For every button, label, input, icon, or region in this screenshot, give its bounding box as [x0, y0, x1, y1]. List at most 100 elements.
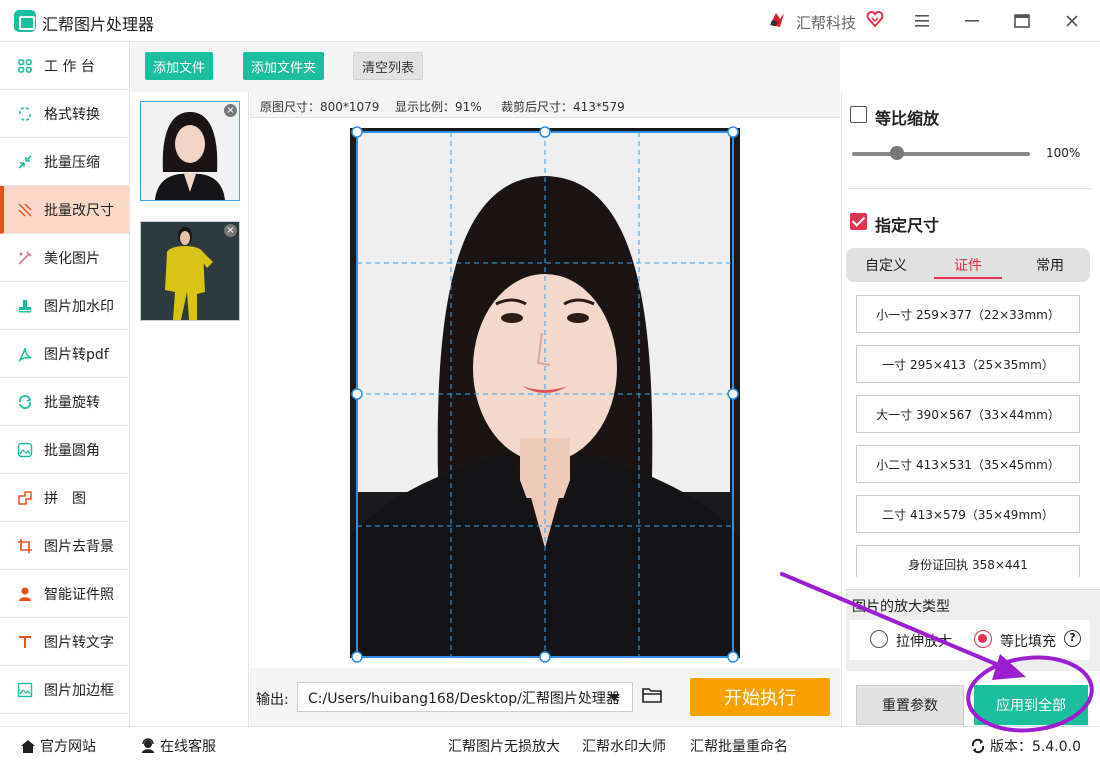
grid-icon	[16, 57, 34, 75]
preview-image	[350, 126, 740, 663]
crop-icon	[16, 537, 34, 555]
tab-custom[interactable]: 自定义	[846, 248, 926, 282]
output-bar: 输出: C:/Users/huibang168/Desktop/汇帮图片处理器 …	[250, 668, 840, 726]
text-icon	[16, 633, 34, 651]
compress-icon	[16, 153, 34, 171]
footer-link[interactable]: 汇帮图片无损放大	[448, 736, 560, 756]
settings-panel: 等比缩放 100% 指定尺寸 自定义 证件 常用 小一寸 259×377（22×…	[841, 92, 1100, 726]
stretch-radio[interactable]	[870, 630, 888, 648]
yellow-suit-thumbnail-image	[141, 222, 239, 320]
sidebar-item-remove-background[interactable]: 图片去背景	[0, 522, 129, 570]
enlarge-type-box: 图片的放大类型 拉伸放大 等比填充 ?	[846, 589, 1100, 671]
preview-canvas	[250, 118, 840, 668]
sidebar-item-id-photo[interactable]: 智能证件照	[0, 570, 129, 618]
close-icon[interactable]	[1058, 8, 1086, 34]
sidebar-item-to-pdf[interactable]: 图片转pdf	[0, 330, 129, 378]
beautify-icon	[16, 249, 34, 267]
home-icon	[21, 740, 35, 753]
chevron-down-icon[interactable]	[608, 694, 620, 701]
size-preset-button[interactable]: 身份证回执 358×441	[856, 545, 1080, 577]
footer-link[interactable]: 汇帮水印大师	[582, 736, 666, 756]
status-bar: 官方网站 在线客服 汇帮图片无损放大 汇帮水印大师 汇帮批量重命名 版本：5.4…	[0, 726, 1100, 760]
size-preset-button[interactable]: 一寸 295×413（25×35mm）	[856, 345, 1080, 383]
add-folder-button[interactable]: 添加文件夹	[243, 52, 325, 80]
sidebar-item-label: 批量压缩	[44, 154, 100, 171]
minimize-icon[interactable]	[958, 8, 986, 34]
sidebar: 工 作 台 格式转换 批量压缩 批量改尺寸 美化图片 图片加水印 图片转pdf …	[0, 42, 130, 726]
sidebar-item-batch-compress[interactable]: 批量压缩	[0, 138, 129, 186]
size-preset-button[interactable]: 大一寸 390×567（33×44mm）	[856, 395, 1080, 433]
start-button[interactable]: 开始执行	[690, 678, 830, 716]
remove-thumbnail-icon[interactable]: ×	[224, 224, 237, 237]
sidebar-item-watermark[interactable]: 图片加水印	[0, 282, 129, 330]
clear-list-button[interactable]: 清空列表	[353, 52, 424, 80]
size-tabs: 自定义 证件 常用	[846, 248, 1090, 282]
online-service-label: 在线客服	[160, 739, 216, 755]
size-preset-button[interactable]: 二寸 413×579（35×49mm）	[856, 495, 1080, 533]
sidebar-item-batch-resize[interactable]: 批量改尺寸	[0, 186, 129, 234]
proportional-checkbox[interactable]	[850, 106, 867, 123]
specify-size-checkbox[interactable]	[850, 213, 867, 230]
zoom-slider-track[interactable]	[852, 152, 1030, 156]
sidebar-item-label: 批量旋转	[44, 394, 100, 411]
tab-id-photo[interactable]: 证件	[930, 248, 1006, 282]
vip-heart-icon[interactable]	[866, 10, 884, 28]
official-website-link[interactable]: 官方网站	[20, 736, 96, 756]
sidebar-item-label: 图片转pdf	[44, 346, 109, 363]
add-file-button[interactable]: 添加文件	[145, 52, 214, 80]
menu-icon[interactable]	[908, 8, 936, 34]
portrait-thumbnail-image	[141, 102, 239, 200]
divider	[848, 188, 1092, 189]
fill-radio[interactable]	[974, 630, 992, 648]
pdf-icon	[16, 345, 34, 363]
size-preset-button[interactable]: 小二寸 413×531（35×45mm）	[856, 445, 1080, 483]
sidebar-item-beautify[interactable]: 美化图片	[0, 234, 129, 282]
sidebar-item-to-text[interactable]: 图片转文字	[0, 618, 129, 666]
brand-name[interactable]: 汇帮科技	[796, 12, 856, 33]
zoom-slider-handle[interactable]	[890, 146, 904, 160]
refresh-icon	[971, 738, 985, 754]
sidebar-item-label: 图片加边框	[44, 682, 114, 699]
fill-label[interactable]: 等比填充	[1000, 631, 1056, 651]
output-path-select[interactable]: C:/Users/huibang168/Desktop/汇帮图片处理器	[297, 682, 633, 712]
sidebar-item-format-convert[interactable]: 格式转换	[0, 90, 129, 138]
file-toolbar: 添加文件 添加文件夹 清空列表	[131, 42, 840, 92]
tab-common[interactable]: 常用	[1010, 248, 1090, 282]
maximize-icon[interactable]	[1008, 8, 1036, 34]
person-icon	[16, 585, 34, 603]
size-preset-button[interactable]: 小一寸 259×377（22×33mm）	[856, 295, 1080, 333]
proportional-label: 等比缩放	[875, 109, 940, 128]
sidebar-item-workbench[interactable]: 工 作 台	[0, 42, 129, 90]
sidebar-item-batch-round-corner[interactable]: 批量圆角	[0, 426, 129, 474]
app-title: 汇帮图片处理器	[42, 15, 155, 34]
sidebar-item-batch-rotate[interactable]: 批量旋转	[0, 378, 129, 426]
sidebar-item-add-frame[interactable]: 图片加边框	[0, 666, 129, 714]
remove-thumbnail-icon[interactable]: ×	[224, 104, 237, 117]
version-info[interactable]: 版本：5.4.0.0	[970, 736, 1081, 756]
watermark-icon	[16, 297, 34, 315]
sidebar-item-puzzle[interactable]: 拼 图	[0, 474, 129, 522]
footer-link[interactable]: 汇帮批量重命名	[690, 736, 788, 756]
support-icon	[142, 738, 154, 753]
apply-all-button[interactable]: 应用到全部	[974, 685, 1088, 725]
stretch-label[interactable]: 拉伸放大	[896, 631, 952, 651]
version-label: 版本：5.4.0.0	[990, 739, 1081, 755]
reset-params-button[interactable]: 重置参数	[856, 685, 964, 725]
sidebar-item-label: 工 作 台	[44, 58, 95, 75]
online-service-link[interactable]: 在线客服	[140, 736, 216, 756]
round-corner-icon	[16, 441, 34, 459]
thumbnail-item[interactable]: ×	[140, 221, 240, 321]
folder-icon[interactable]	[642, 686, 662, 704]
specify-size-label: 指定尺寸	[875, 216, 940, 235]
original-size: 原图尺寸：800*1079	[260, 100, 380, 114]
sidebar-item-label: 批量改尺寸	[44, 202, 114, 219]
image-info-bar: 原图尺寸：800*1079 显示比例：91% 裁剪后尺寸：413*579	[250, 92, 840, 118]
app-logo-icon	[14, 10, 36, 32]
thumbnail-item[interactable]: ×	[140, 101, 240, 201]
frame-icon	[16, 681, 34, 699]
rotate-icon	[16, 393, 34, 411]
help-icon[interactable]: ?	[1064, 630, 1081, 647]
sidebar-item-label: 图片转文字	[44, 634, 114, 651]
thumbnail-list: × ×	[131, 92, 249, 726]
sidebar-item-label: 拼 图	[44, 490, 86, 507]
